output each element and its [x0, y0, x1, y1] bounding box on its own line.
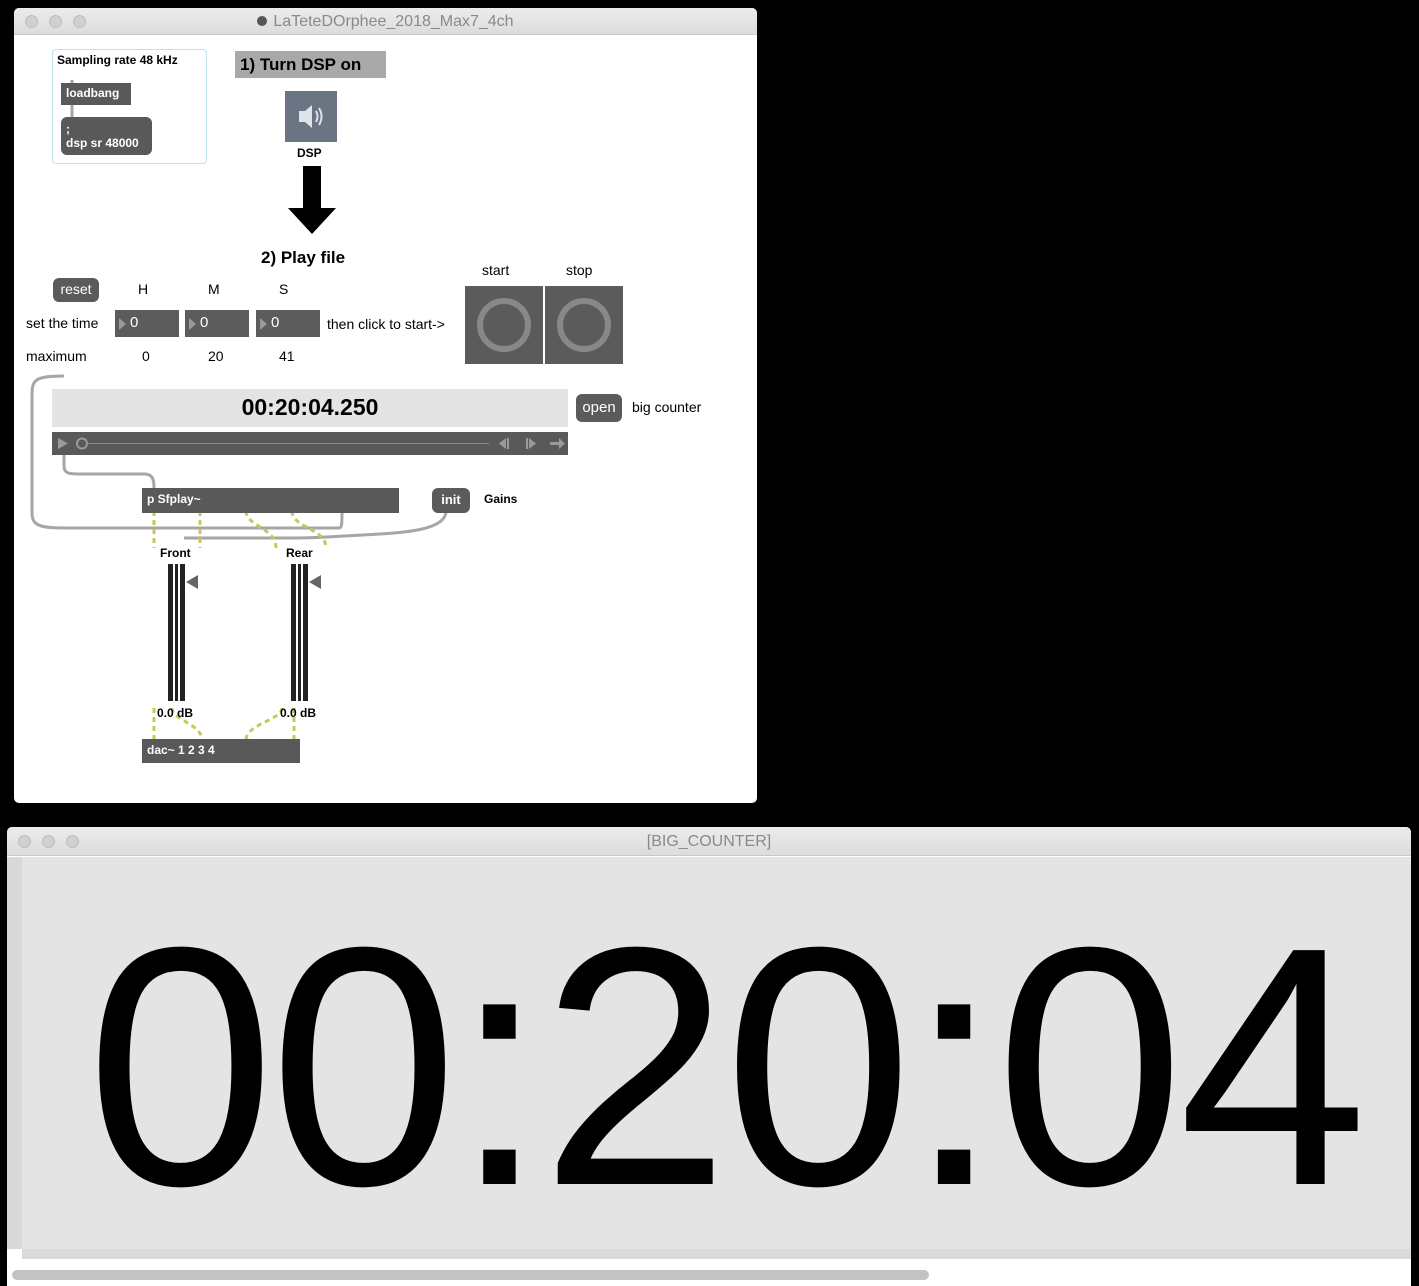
arrow-down-icon	[288, 166, 336, 234]
minutes-header: M	[208, 281, 220, 297]
number-arrow-icon	[260, 318, 267, 330]
maximum-seconds: 41	[279, 348, 295, 364]
sfplay-object[interactable]: p Sfplay~	[142, 488, 399, 513]
rear-db-readout: 0.0 dB	[280, 706, 317, 720]
dac-label: dac~ 1 2 3 4	[147, 743, 215, 757]
message-line-2: dsp sr 48000	[66, 136, 139, 150]
dac-object[interactable]: dac~ 1 2 3 4	[142, 739, 300, 763]
open-big-counter-button[interactable]: open	[576, 394, 622, 422]
rear-gain-slider-handle[interactable]	[309, 575, 321, 589]
transport-bar[interactable]	[52, 432, 568, 455]
dsp-sr-message[interactable]: ; dsp sr 48000	[61, 117, 152, 155]
seconds-number[interactable]: 0	[256, 310, 320, 337]
front-db-readout: 0.0 dB	[157, 706, 194, 720]
start-button[interactable]	[465, 286, 543, 364]
maximum-hours: 0	[142, 348, 150, 364]
then-click-label: then click to start->	[327, 316, 445, 332]
front-gain-meter[interactable]	[168, 564, 185, 701]
arrow-right-icon	[550, 438, 565, 449]
number-arrow-icon	[189, 318, 196, 330]
counter-display: 00:20:04.250	[52, 389, 568, 427]
speaker-icon	[299, 105, 323, 128]
dsp-toggle[interactable]	[285, 91, 337, 142]
patcher-window: LaTeteDOrphee_2018_Max7_4ch Sampling rat…	[14, 8, 757, 803]
big-counter-canvas: 00:20:04	[22, 857, 1411, 1249]
seconds-value: 0	[271, 314, 280, 331]
maximum-label: maximum	[26, 348, 87, 364]
step1-heading: 1) Turn DSP on	[235, 51, 386, 78]
titlebar[interactable]: [BIG_COUNTER]	[7, 827, 1411, 856]
horizontal-scrollbar[interactable]	[12, 1270, 929, 1280]
gains-label: Gains	[484, 492, 518, 506]
step-forward-icon	[529, 438, 536, 449]
stop-button[interactable]	[545, 286, 623, 364]
left-margin	[7, 857, 22, 1249]
big-counter-label: big counter	[632, 399, 702, 415]
big-counter-window: [BIG_COUNTER] 00:20:04	[7, 827, 1411, 1286]
rear-gain-meter[interactable]	[291, 564, 308, 701]
dsp-label: DSP	[297, 146, 322, 160]
bang-circle-icon	[477, 298, 531, 352]
start-label: start	[482, 262, 510, 278]
set-time-label: set the time	[26, 315, 99, 331]
rear-label: Rear	[286, 546, 313, 560]
window-title: [BIG_COUNTER]	[646, 833, 772, 850]
hours-header: H	[138, 281, 149, 297]
number-arrow-icon	[119, 318, 126, 330]
init-button[interactable]: init	[432, 488, 470, 513]
bang-circle-icon	[557, 298, 611, 352]
step-back-icon	[499, 438, 506, 449]
message-line-1: ;	[66, 122, 70, 136]
play-icon	[58, 438, 68, 449]
front-gain-slider-handle[interactable]	[186, 575, 198, 589]
playhead-icon	[76, 437, 88, 450]
loadbang-label: loadbang	[66, 86, 120, 100]
sfplay-label: p Sfplay~	[147, 492, 201, 506]
seconds-header: S	[279, 281, 289, 297]
front-label: Front	[160, 546, 191, 560]
loadbang-object[interactable]: loadbang	[61, 83, 131, 105]
step2-heading: 2) Play file	[261, 248, 346, 267]
bottom-margin	[22, 1249, 1411, 1259]
big-counter-display: 00:20:04	[86, 877, 1367, 1257]
sampling-rate-comment: Sampling rate 48 kHz	[57, 53, 178, 67]
maximum-minutes: 20	[208, 348, 224, 364]
minutes-number[interactable]: 0	[185, 310, 249, 337]
hours-number[interactable]: 0	[115, 310, 179, 337]
reset-button[interactable]: reset	[53, 278, 99, 302]
transport-controls	[58, 437, 565, 450]
hours-value: 0	[130, 314, 139, 331]
minutes-value: 0	[200, 314, 209, 331]
stop-label: stop	[566, 262, 593, 278]
